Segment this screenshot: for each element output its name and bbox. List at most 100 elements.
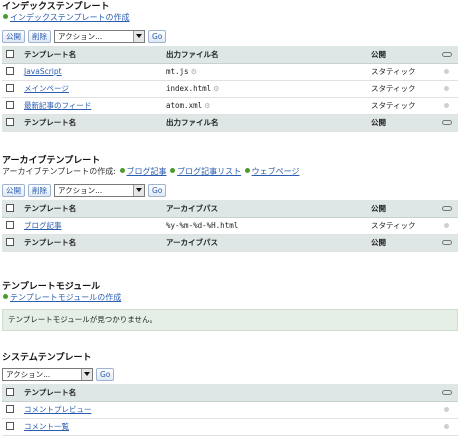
empty-message: テンプレートモジュールが見つかりません。 [2,309,458,331]
action-select[interactable]: アクション... [54,29,145,43]
column-header-publish[interactable]: 公開 [367,46,435,64]
publish-type: スタティック [367,97,435,115]
create-template-module-link[interactable]: テンプレートモジュールの作成 [10,293,121,302]
row-checkbox[interactable] [6,101,14,109]
delete-button[interactable]: 削除 [28,183,51,197]
status-dot-icon [444,407,449,412]
create-dot-icon [3,294,8,299]
template-name-link[interactable]: JavaScript [24,67,62,76]
template-modules-title: テンプレートモジュール [2,282,101,292]
go-button[interactable]: Go [148,183,167,197]
select-all-checkbox[interactable] [6,49,14,58]
create-entry-listing-link[interactable]: ブログ記事リスト [177,167,241,176]
settings-icon[interactable]: ⚙ [191,68,197,76]
column-header-output[interactable]: 出力ファイル名 [162,113,367,132]
status-dot-icon [444,424,449,429]
create-index-template-link[interactable]: インデックステンプレートの作成 [10,13,130,22]
template-name-link[interactable]: ブログ記事 [24,221,62,230]
template-name-link[interactable]: 最新記事のフィード [24,101,91,110]
publish-type: スタティック [367,80,435,98]
column-header-path[interactable]: アーカイブパス [162,233,367,252]
select-all-checkbox[interactable] [6,118,14,126]
settings-icon[interactable]: ⚙ [204,102,210,110]
table-footer-row: テンプレート名 出力ファイル名 公開 [2,113,458,132]
table-header-row: テンプレート名 アーカイブパス 公開 [2,200,458,218]
go-button[interactable]: Go [96,367,115,381]
archive-templates-table: テンプレート名 アーカイブパス 公開 ブログ記事 %y-%m-%d-%H.htm… [2,200,458,252]
row-checkbox[interactable] [6,422,14,430]
create-dot-icon [244,168,250,173]
chevron-down-icon [133,30,144,42]
template-name-link[interactable]: コメントプレビュー [24,405,92,414]
row-checkbox[interactable] [6,405,14,413]
status-dot-icon [444,223,449,228]
link-icon [441,51,452,57]
row-checkbox[interactable] [6,84,14,92]
table-row: JavaScript mt.js ⚙ スタティック [2,63,458,81]
link-icon [441,205,452,211]
action-select[interactable]: アクション... [2,367,93,381]
index-templates-section: インデックステンプレート インデックステンプレートの作成 公開 削除 アクション… [2,2,462,132]
publish-button[interactable]: 公開 [2,29,25,43]
column-header-publish[interactable]: 公開 [367,113,435,132]
archive-path: %y-%m-%d-%H.html [166,221,239,230]
output-filename: atom.xml [166,101,203,110]
column-header-name[interactable]: テンプレート名 [20,113,162,132]
create-entry-archive-link[interactable]: ブログ記事 [127,167,167,176]
go-button[interactable]: Go [148,29,167,43]
table-row: 最新記事のフィード atom.xml ⚙ スタティック [2,97,458,115]
create-dot-icon [3,14,8,19]
row-checkbox[interactable] [6,67,14,75]
link-icon [441,120,452,125]
output-filename: mt.js [166,67,189,76]
template-modules-section: テンプレートモジュール テンプレートモジュールの作成 テンプレートモジュールが見… [2,282,462,331]
create-page-archive-link[interactable]: ウェブページ [252,167,300,176]
column-header-output[interactable]: 出力ファイル名 [162,46,367,64]
table-row: コメント一覧 [2,418,458,436]
system-templates-section: システムテンプレート アクション... Go テンプレート名 コメントプレビュー… [2,353,462,436]
output-filename: index.html [166,84,212,93]
table-row: コメントプレビュー [2,401,458,419]
table-footer-row: テンプレート名 アーカイブパス 公開 [2,233,458,252]
index-templates-table: テンプレート名 出力ファイル名 公開 JavaScript mt.js ⚙ スタテ… [2,46,458,132]
action-select[interactable]: アクション... [54,183,145,197]
system-templates-table: テンプレート名 コメントプレビュー コメント一覧 [2,384,458,436]
template-name-link[interactable]: コメント一覧 [24,422,69,431]
link-icon [441,389,452,395]
column-header-name[interactable]: テンプレート名 [20,384,435,402]
row-checkbox[interactable] [6,221,14,229]
column-header-publish[interactable]: 公開 [367,200,435,218]
system-templates-title: システムテンプレート [2,353,92,363]
select-all-checkbox[interactable] [6,387,14,396]
column-header-name[interactable]: テンプレート名 [20,46,162,64]
publish-button[interactable]: 公開 [2,183,25,197]
chevron-down-icon [133,184,144,196]
create-dot-icon [170,168,176,173]
publish-type: スタティック [367,217,435,235]
status-dot-icon [444,86,449,91]
status-dot-icon [444,69,449,74]
delete-button[interactable]: 削除 [28,29,51,43]
column-header-path[interactable]: アーカイブパス [162,200,367,218]
publish-type: スタティック [367,63,435,81]
archive-templates-title: アーカイブテンプレート [2,156,101,166]
archive-create-label: アーカイブテンプレートの作成: [2,167,116,176]
column-header-name[interactable]: テンプレート名 [20,200,162,218]
select-all-checkbox[interactable] [6,203,14,212]
archive-actions-bar: 公開 削除 アクション... Go [2,182,462,198]
settings-icon[interactable]: ⚙ [213,85,219,93]
index-actions-bar: 公開 削除 アクション... Go [2,28,462,44]
status-dot-icon [444,103,449,108]
table-row: ブログ記事 %y-%m-%d-%H.html スタティック [2,217,458,235]
select-all-checkbox[interactable] [6,238,14,246]
system-actions-bar: アクション... Go [2,366,462,382]
template-name-link[interactable]: メインページ [24,84,69,93]
table-header-row: テンプレート名 [2,384,458,402]
chevron-down-icon [81,368,92,380]
create-dot-icon [119,168,125,173]
column-header-name[interactable]: テンプレート名 [20,233,162,252]
archive-templates-section: アーカイブテンプレート アーカイブテンプレートの作成: ブログ記事 ブログ記事リ… [2,156,462,252]
table-row: メインページ index.html ⚙ スタティック [2,80,458,98]
column-header-publish[interactable]: 公開 [367,233,435,252]
table-header-row: テンプレート名 出力ファイル名 公開 [2,46,458,64]
